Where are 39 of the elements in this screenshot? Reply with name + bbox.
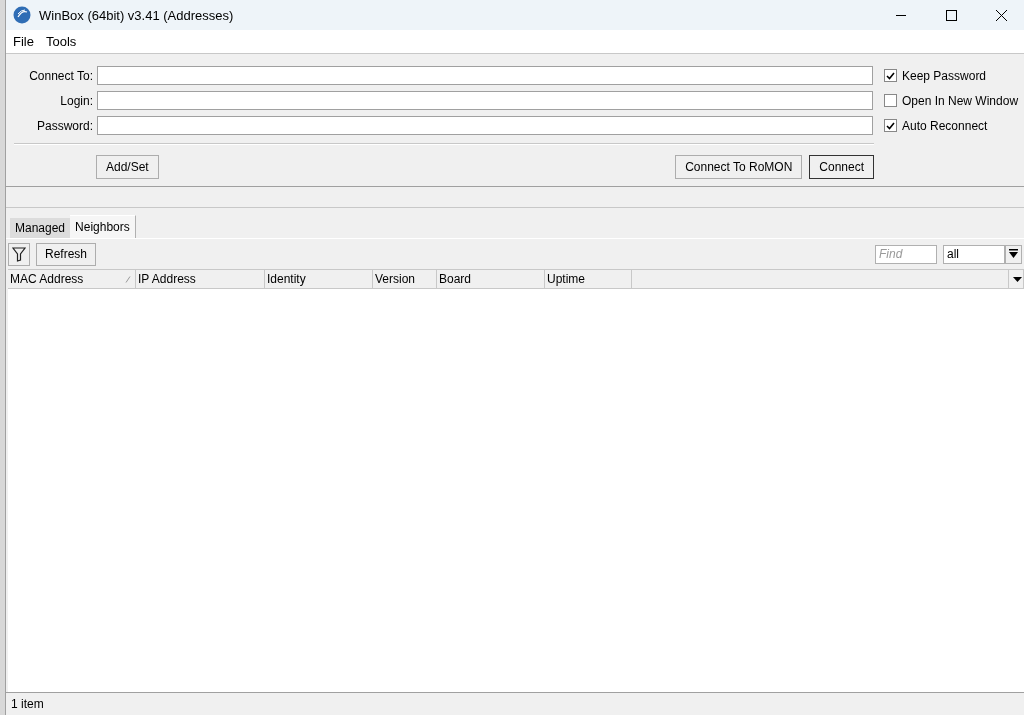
- columns-menu-button[interactable]: [1008, 270, 1024, 288]
- checkbox-label: Auto Reconnect: [902, 118, 988, 133]
- connect-button[interactable]: Connect: [809, 155, 874, 179]
- tab[interactable]: Managed: [10, 218, 71, 238]
- arrow-to-bottom-icon: [1009, 249, 1018, 259]
- field-label: Login:: [59, 93, 94, 108]
- checkbox[interactable]: [884, 69, 897, 82]
- refresh-button[interactable]: Refresh: [36, 242, 97, 266]
- menu-item[interactable]: File: [8, 34, 41, 49]
- column-header[interactable]: Identity: [265, 270, 373, 288]
- close-icon: [995, 9, 1007, 21]
- tab[interactable]: Neighbors: [70, 215, 136, 238]
- checkbox-label: Keep Password: [902, 68, 987, 83]
- filter-button[interactable]: [8, 242, 30, 266]
- filter-dropdown[interactable]: all: [943, 244, 1005, 264]
- minimize-icon: [896, 14, 906, 16]
- input-field[interactable]: [97, 116, 873, 135]
- caret-down-icon: [1012, 276, 1022, 282]
- input-field[interactable]: [97, 66, 873, 85]
- window-title: WinBox (64bit) v3.41 (Addresses): [39, 7, 235, 23]
- checkbox-label: Open In New Window: [902, 93, 1019, 108]
- menu-item[interactable]: Tools: [40, 34, 84, 49]
- checkbox[interactable]: [884, 94, 897, 107]
- maximize-icon: [945, 9, 957, 21]
- input-field[interactable]: [97, 91, 873, 110]
- column-header[interactable]: Uptime: [545, 270, 632, 288]
- connect-button[interactable]: Connect To RoMON: [675, 155, 803, 179]
- column-header[interactable]: Version: [373, 270, 437, 288]
- column-header[interactable]: MAC Address: [8, 270, 136, 288]
- checkbox[interactable]: [884, 119, 897, 132]
- status-bar: 1 item: [6, 692, 1024, 715]
- app-logo-icon: [13, 6, 31, 24]
- find-field[interactable]: Find: [875, 244, 937, 264]
- field-label: Password:: [35, 118, 94, 133]
- field-label: Connect To:: [28, 68, 94, 83]
- column-header[interactable]: IP Address: [136, 270, 265, 288]
- column-header[interactable]: Board: [437, 270, 545, 288]
- add-set-button[interactable]: Add/Set: [96, 155, 159, 179]
- scroll-bottom-button[interactable]: [1005, 244, 1022, 264]
